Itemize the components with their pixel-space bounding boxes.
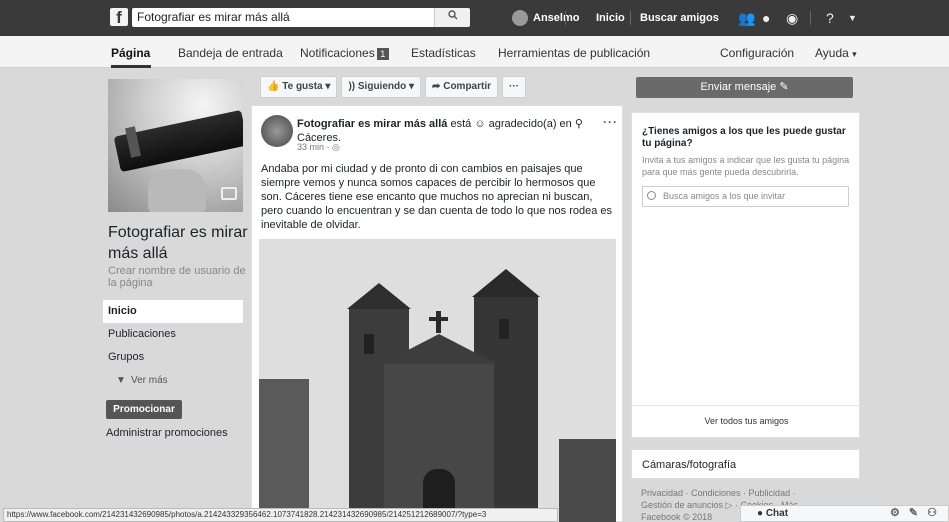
post-time: 33 min — [297, 142, 325, 152]
page-category[interactable]: Cámaras/fotografía — [631, 449, 860, 479]
profile-link[interactable]: Anselmo — [512, 9, 579, 27]
rss-icon: )) — [348, 81, 356, 92]
chevron-down-icon: ▼ — [116, 375, 126, 386]
tab-settings[interactable]: Configuración — [720, 46, 794, 60]
like-button[interactable]: 👍 Te gusta ▾ — [260, 76, 338, 98]
hand-graphic — [148, 169, 206, 212]
tab-inbox[interactable]: Bandeja de entrada — [178, 46, 283, 60]
share-label: Compartir — [443, 81, 492, 92]
chevron-down-icon: ▾ — [325, 81, 331, 92]
facebook-logo-icon[interactable]: f — [110, 8, 128, 27]
home-link[interactable]: Inicio — [596, 9, 625, 27]
tab-help[interactable]: Ayuda ▾ — [815, 46, 857, 60]
browser-status-url: https://www.facebook.com/214231432690985… — [3, 508, 558, 522]
divider — [630, 11, 631, 25]
post-header: Fotografiar es mirar más allá está ☺ agr… — [297, 117, 597, 145]
divider — [632, 405, 861, 406]
chevron-down-icon: ▾ — [409, 81, 415, 92]
chevron-down-icon: ▾ — [852, 49, 857, 59]
search-icon — [647, 191, 656, 200]
church-photo — [259, 239, 616, 522]
chat-label: ● Chat — [757, 508, 789, 519]
see-more-label: Ver más — [130, 375, 168, 386]
notifications-icon[interactable]: ◉ — [786, 9, 798, 27]
promote-button[interactable]: Promocionar — [106, 400, 182, 419]
see-all-friends-link[interactable]: Ver todos tus amigos — [632, 416, 861, 426]
notifications-badge: 1 — [376, 47, 389, 60]
post-author-link[interactable]: Fotografiar es mirar más allá — [297, 118, 447, 130]
page-tabs: Página Bandeja de entrada Notificaciones… — [0, 36, 949, 68]
search-input[interactable]: Fotografiar es mirar más allá — [132, 8, 434, 27]
friend-requests-icon[interactable]: 👥 — [738, 9, 755, 27]
chevron-down-icon[interactable]: ▼ — [848, 9, 857, 27]
following-label: Siguiendo — [357, 81, 407, 92]
invite-friends-card: ¿Tienes amigos a los que les puede gusta… — [631, 112, 861, 438]
invite-description: Invita a tus amigos a indicar que les gu… — [642, 155, 850, 177]
help-icon[interactable]: ? — [826, 9, 834, 27]
camera-icon[interactable] — [221, 187, 237, 200]
tab-help-label: Ayuda — [815, 46, 849, 60]
sidebar-item-groups[interactable]: Grupos — [103, 346, 243, 369]
create-username-link[interactable]: Crear nombre de usuario de la página — [108, 265, 248, 289]
chat-bar[interactable]: ● Chat ⚙ ✎ ⚇ — [740, 505, 949, 522]
messages-icon[interactable]: ● — [762, 9, 770, 27]
top-navigation-bar: f Fotografiar es mirar más allá Anselmo … — [0, 0, 949, 36]
smiley-icon: ☺ — [474, 118, 486, 130]
pencil-icon: ✎ — [779, 81, 789, 93]
tab-stats[interactable]: Estadísticas — [411, 46, 476, 60]
share-arrow-icon: ➦ — [432, 81, 441, 92]
avatar — [512, 10, 528, 26]
sidebar-item-home[interactable]: Inicio — [103, 300, 243, 323]
left-navigation: Inicio Publicaciones Grupos ▼ Ver más — [103, 300, 243, 392]
find-friends-link[interactable]: Buscar amigos — [640, 9, 719, 27]
globe-icon: ◎ — [332, 142, 340, 152]
post-body: Andaba por mi ciudad y de pronto di con … — [261, 163, 613, 231]
post-feeling-verb: está — [450, 118, 472, 130]
more-actions-button[interactable]: ··· — [502, 76, 527, 98]
like-label: Te gusta — [282, 81, 323, 92]
tab-notifications[interactable]: Notificaciones 1 — [300, 46, 389, 60]
chat-options-icon[interactable]: ⚙ ✎ ⚇ — [890, 506, 940, 521]
tab-notifications-label: Notificaciones — [300, 46, 375, 60]
invite-search-input[interactable]: Busca amigos a los que invitar — [642, 186, 849, 207]
tab-publishing-tools[interactable]: Herramientas de publicación — [498, 46, 650, 60]
send-message-label: Enviar mensaje — [700, 81, 777, 93]
divider — [810, 11, 811, 25]
thumbs-up-icon: 👍 — [267, 81, 280, 92]
search-icon — [447, 10, 457, 20]
avatar[interactable] — [261, 115, 293, 147]
post-feeling-text: agradecido(a) en — [488, 118, 572, 130]
send-message-button[interactable]: Enviar mensaje ✎ — [636, 77, 853, 98]
active-tab-indicator — [111, 65, 151, 68]
post-card: Fotografiar es mirar más allá está ☺ agr… — [251, 105, 623, 522]
search-button[interactable] — [434, 8, 470, 27]
page-title: Fotografiar es mirar más allá — [108, 224, 248, 262]
invite-title: ¿Tienes amigos a los que les puede gusta… — [642, 126, 846, 149]
post-timestamp[interactable]: 33 min · ◎ — [297, 142, 340, 153]
location-pin-icon: ⚲ — [574, 118, 583, 130]
page-profile-photo[interactable] — [108, 79, 243, 212]
sidebar-item-posts[interactable]: Publicaciones — [103, 323, 243, 346]
post-photo[interactable] — [259, 239, 616, 522]
tab-page[interactable]: Página — [111, 46, 150, 60]
following-button[interactable]: )) Siguiendo ▾ — [341, 76, 422, 98]
divider — [565, 11, 566, 25]
user-name: Anselmo — [533, 12, 580, 24]
page-action-bar: 👍 Te gusta ▾ )) Siguiendo ▾ ➦ Compartir … — [260, 76, 527, 98]
manage-promotions-link[interactable]: Administrar promociones — [106, 427, 228, 439]
post-options-button[interactable]: ··· — [603, 115, 618, 129]
share-button[interactable]: ➦ Compartir — [425, 76, 499, 98]
sidebar-item-more[interactable]: ▼ Ver más — [103, 369, 243, 392]
